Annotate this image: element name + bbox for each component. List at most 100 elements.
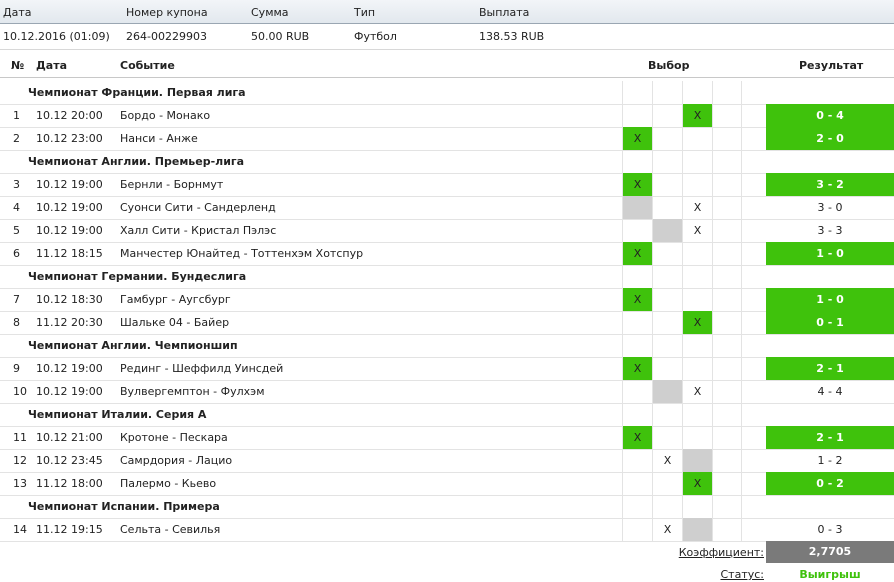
status-label[interactable]: Статус:	[720, 568, 764, 581]
coupon-header-date: Дата	[3, 6, 32, 19]
choice-mark: X	[633, 293, 642, 306]
choice-cell	[712, 81, 742, 104]
choice-cell	[682, 334, 712, 357]
choice-cell	[622, 196, 652, 219]
row-event: Гамбург - Аугсбург	[120, 293, 231, 306]
league-row: Чемпионат Англии. Премьер-лига	[0, 150, 894, 174]
row-date: 10.12 19:00	[36, 178, 103, 191]
choice-cell	[652, 219, 682, 242]
coupon-payout: 138.53 RUB	[479, 30, 545, 43]
table-row: 12 10.12 23:45 Самрдория - Лацио X 1 - 2	[0, 449, 894, 473]
row-number: 4	[13, 201, 20, 214]
choice-cell	[652, 357, 682, 380]
choice-mark: X	[693, 477, 702, 490]
table-row: 9 10.12 19:00 Рединг - Шеффилд Уинсдей X 2 -…	[0, 357, 894, 381]
choice-cell	[712, 357, 742, 380]
row-number: 3	[13, 178, 20, 191]
coupon-header: Дата Номер купона Сумма Тип Выплата	[0, 0, 894, 24]
status-badge: Выигрыш	[799, 568, 861, 581]
choice-cell	[682, 357, 712, 380]
col-result: Результат	[799, 59, 864, 72]
choice-cell	[712, 196, 742, 219]
row-date: 11.12 19:15	[36, 523, 103, 536]
choice-mark: X	[633, 431, 642, 444]
table-row: 7 10.12 18:30 Гамбург - Аугсбург X 1 - 0	[0, 288, 894, 312]
choice-mark: X	[633, 132, 642, 145]
row-number: 8	[13, 316, 20, 329]
choice-cell	[712, 265, 742, 288]
choice-cell	[652, 196, 682, 219]
coupon-row: 10.12.2016 (01:09) 264-00229903 50.00 RU…	[0, 24, 894, 50]
row-date: 10.12 20:00	[36, 109, 103, 122]
row-number: 6	[13, 247, 20, 260]
choice-cell	[682, 242, 712, 265]
result-score: 1 - 0	[766, 288, 894, 311]
choice-cell	[622, 380, 652, 403]
choice-mark: X	[663, 523, 672, 536]
coefficient-label[interactable]: Коэффициент:	[679, 546, 764, 559]
choice-cell	[682, 288, 712, 311]
coupon-number: 264-00229903	[126, 30, 207, 43]
result-score: 2 - 1	[766, 357, 894, 380]
choice-cell	[652, 127, 682, 150]
choice-mark: X	[633, 362, 642, 375]
row-date: 10.12 19:00	[36, 201, 103, 214]
result-score: 3 - 0	[817, 201, 843, 214]
coupon-header-sum: Сумма	[251, 6, 289, 19]
choice-cell	[712, 334, 742, 357]
result-score: 0 - 3	[817, 523, 843, 536]
selected-choice-cell: X	[622, 173, 652, 196]
choice-cell	[712, 173, 742, 196]
choice-cell	[652, 265, 682, 288]
choice-cell: X	[652, 518, 682, 541]
table-row: 14 11.12 19:15 Сельта - Севилья X 0 - 3	[0, 518, 894, 542]
result-score: 3 - 3	[817, 224, 843, 237]
row-event: Нанси - Анже	[120, 132, 198, 145]
row-event: Вулвергемптон - Фулхэм	[120, 385, 265, 398]
result-score: 3 - 2	[766, 173, 894, 196]
row-event: Кротоне - Пескара	[120, 431, 228, 444]
league-row: Чемпионат Англии. Чемпионшип	[0, 334, 894, 358]
table-row: 8 11.12 20:30 Шальке 04 - Байер X 0 - 1	[0, 311, 894, 335]
choice-cell	[712, 518, 742, 541]
row-event: Рединг - Шеффилд Уинсдей	[120, 362, 284, 375]
result-score: 2 - 0	[766, 127, 894, 150]
choice-cell: X	[652, 449, 682, 472]
choice-cell: X	[682, 196, 712, 219]
league-title: Чемпионат Германии. Бундеслига	[28, 270, 247, 283]
choice-cell	[682, 449, 712, 472]
row-number: 14	[13, 523, 27, 536]
coupon-date: 10.12.2016 (01:09)	[3, 30, 110, 43]
choice-cell	[682, 81, 712, 104]
row-date: 10.12 18:30	[36, 293, 103, 306]
choice-cell	[622, 449, 652, 472]
result-score: 0 - 1	[766, 311, 894, 334]
coefficient-value: 2,7705	[766, 541, 894, 563]
choice-mark: X	[693, 224, 702, 237]
choice-mark: X	[693, 385, 702, 398]
choice-mark: X	[663, 454, 672, 467]
league-title: Чемпионат Франции. Первая лига	[28, 86, 246, 99]
table-row: 11 10.12 21:00 Кротоне - Пескара X 2 - 1	[0, 426, 894, 450]
choice-cell	[712, 311, 742, 334]
table-header: № Дата Событие Выбор Результат	[0, 53, 894, 78]
row-number: 2	[13, 132, 20, 145]
choice-cell	[682, 150, 712, 173]
choice-cell	[622, 495, 652, 518]
choice-cell	[682, 495, 712, 518]
selected-choice-cell: X	[682, 104, 712, 127]
row-event: Бордо - Монако	[120, 109, 211, 122]
choice-mark: X	[633, 247, 642, 260]
table-row: 3 10.12 19:00 Бернли - Борнмут X 3 - 2	[0, 173, 894, 197]
choice-cell	[652, 426, 682, 449]
selected-choice-cell: X	[682, 311, 712, 334]
choice-cell: X	[682, 219, 712, 242]
selected-choice-cell: X	[622, 426, 652, 449]
table-row: 10 10.12 19:00 Вулвергемптон - Фулхэм X 4 - …	[0, 380, 894, 404]
choice-cell	[622, 311, 652, 334]
table-row: 6 11.12 18:15 Манчестер Юнайтед - Тоттенхэ…	[0, 242, 894, 266]
choice-cell	[652, 380, 682, 403]
selected-choice-cell: X	[622, 288, 652, 311]
choice-cell	[682, 426, 712, 449]
row-event: Палермо - Кьево	[120, 477, 217, 490]
